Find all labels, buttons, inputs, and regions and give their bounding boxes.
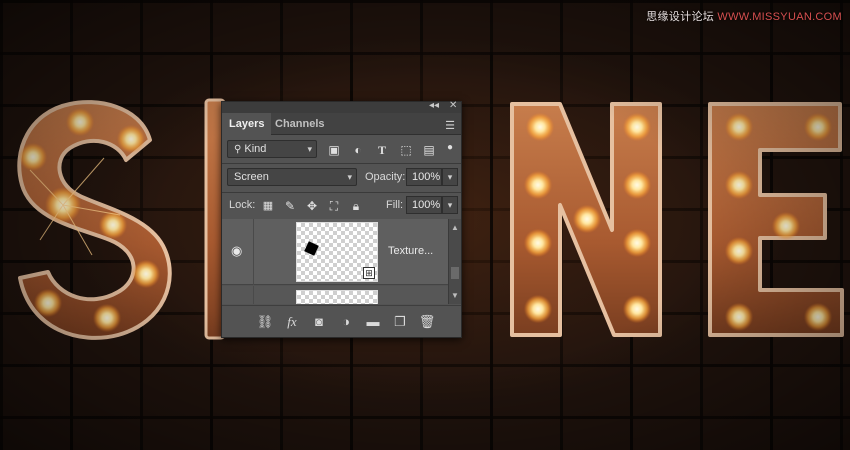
new-fill-adjustment-icon[interactable]: ◑ [337, 313, 355, 331]
scroll-up-icon[interactable]: ▲ [451, 223, 459, 232]
lock-all-icon[interactable]: 🔒︎ [348, 198, 364, 214]
panel-menu-icon[interactable]: ☰ [445, 119, 455, 132]
lock-artboard-icon[interactable]: ⛶ [326, 198, 342, 214]
blend-mode-dropdown[interactable]: Screen ▾ [227, 168, 357, 186]
chevron-down-icon: ▾ [307, 144, 312, 154]
layer-row[interactable]: ◉ ⊞ Texture... [222, 219, 448, 285]
scroll-down-icon[interactable]: ▼ [451, 291, 459, 300]
new-layer-icon[interactable]: ❐ [391, 313, 409, 331]
visibility-cell[interactable]: ◉ [222, 219, 254, 285]
lock-transparent-pixels-icon[interactable]: ▦ [260, 198, 276, 214]
opacity-chevron-down-icon[interactable]: ▾ [442, 168, 458, 186]
adjustment-filter-icon[interactable]: ◐ [350, 142, 366, 158]
blend-row: Screen ▾ Opacity: 100% ▾ [222, 168, 461, 188]
layer-thumbnail: ⊞ [296, 222, 378, 282]
lock-label: Lock: [229, 199, 256, 211]
divider [222, 192, 461, 193]
lock-position-icon[interactable]: ✥ [304, 198, 320, 214]
type-filter-icon[interactable]: T [374, 142, 390, 158]
link-layers-icon[interactable]: ⛓ [256, 313, 274, 331]
thumbnail-shape [304, 241, 319, 256]
add-mask-icon[interactable]: ◙ [310, 313, 328, 331]
panel-title-bar[interactable]: ◂◂ ✕ [222, 100, 461, 113]
fill-field[interactable]: 100% [406, 196, 442, 214]
filter-kind-label: Kind [244, 143, 267, 155]
collapse-panel-icon[interactable]: ◂◂ [429, 100, 439, 111]
fill-label: Fill: [386, 199, 404, 211]
blend-mode-value: Screen [234, 171, 269, 183]
close-panel-icon[interactable]: ✕ [449, 100, 457, 111]
smart-object-badge-icon: ⊞ [363, 267, 375, 279]
new-group-icon[interactable]: ▬ [364, 313, 382, 331]
tab-layers[interactable]: Layers [222, 113, 272, 135]
watermark-url: WWW.MISSYUAN.COM [717, 11, 842, 23]
layer-row-partial[interactable] [222, 286, 448, 304]
panel-tabs: Layers Channels ☰ [222, 113, 461, 135]
layer-name: Texture... [388, 245, 434, 257]
layers-scrollbar[interactable]: ▲ ▼ [448, 219, 461, 304]
smart-object-filter-icon[interactable]: ▤ [421, 142, 437, 158]
delete-layer-icon[interactable]: 🗑︎ [418, 313, 436, 331]
visibility-cell[interactable] [222, 286, 254, 304]
opacity-field[interactable]: 100% [406, 168, 442, 186]
image-filter-icon[interactable]: ▣ [326, 142, 342, 158]
watermark-chinese: 思缘设计论坛 [646, 11, 715, 23]
scroll-thumb[interactable] [451, 267, 459, 279]
fill-chevron-down-icon[interactable]: ▾ [442, 196, 458, 214]
layer-thumbnail [296, 290, 378, 304]
watermark: 思缘设计论坛 WWW.MISSYUAN.COM [646, 8, 842, 24]
shape-filter-icon[interactable]: ⬚ [398, 142, 414, 158]
lock-image-pixels-icon[interactable]: ✎ [282, 198, 298, 214]
search-icon: ⚲ [234, 144, 242, 155]
layers-panel: ◂◂ ✕ Layers Channels ☰ ⚲ Kind ▾ ▣ ◐ T ⬚ … [221, 100, 462, 338]
filter-toggle-icon[interactable]: ● [445, 140, 455, 156]
tab-channels[interactable]: Channels [268, 113, 332, 135]
chevron-down-icon: ▾ [347, 172, 352, 182]
divider [222, 163, 461, 164]
opacity-label: Opacity: [365, 171, 406, 183]
filter-kind-dropdown[interactable]: ⚲ Kind ▾ [227, 140, 317, 158]
lock-row: Lock: ▦ ✎ ✥ ⛶ 🔒︎ Fill: 100% ▾ [222, 196, 461, 216]
eye-icon[interactable]: ◉ [231, 243, 242, 259]
panel-bottom-bar: ⛓ fx ◙ ◑ ▬ ❐ 🗑︎ [222, 305, 461, 337]
fx-icon[interactable]: fx [283, 313, 301, 331]
filter-row: ⚲ Kind ▾ ▣ ◐ T ⬚ ▤ ● [222, 140, 461, 160]
